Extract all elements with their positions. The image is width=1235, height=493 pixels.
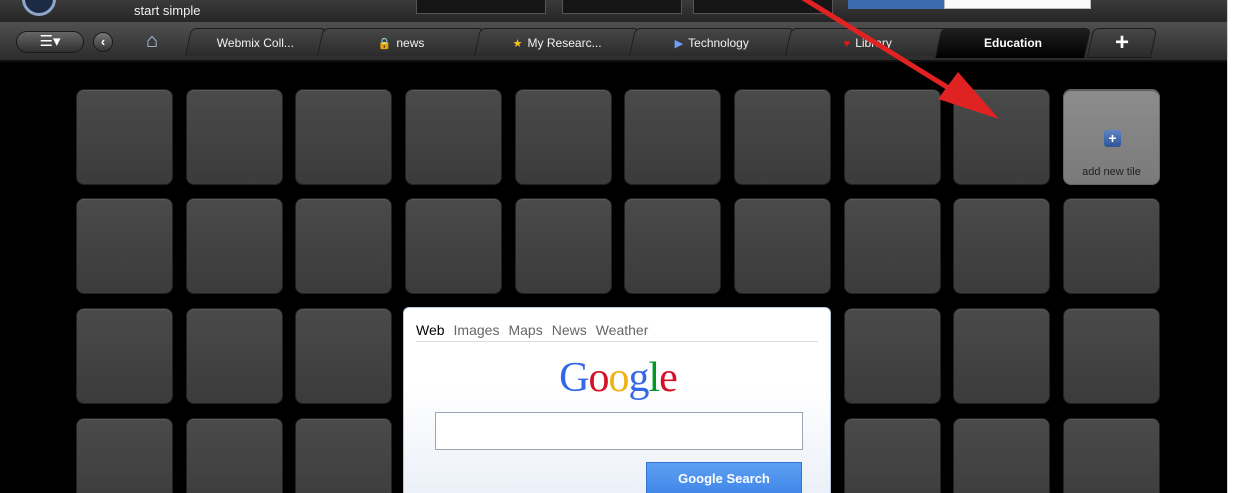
chevron-left-icon: ‹ [100,34,106,49]
google-tab-news[interactable]: News [552,322,587,338]
header-nav-box[interactable] [416,0,546,14]
tile[interactable] [844,198,941,294]
tile[interactable] [295,418,392,493]
tile[interactable] [295,198,392,294]
home-button[interactable]: ⌂ [140,28,164,54]
tab-bar: ☰▾ ‹ ⌂ Webmix Coll... 🔒 news ★ My Researc.… [0,22,1227,62]
tab-label: Webmix Coll... [217,36,295,50]
tile[interactable] [405,198,502,294]
tile[interactable] [76,418,173,493]
tile[interactable] [953,418,1050,493]
tab-news[interactable]: 🔒 news [317,28,485,56]
window-edge [1227,0,1235,493]
tile[interactable] [186,418,283,493]
add-tile-icon: + [1104,130,1121,147]
tab-webmix-collection[interactable]: Webmix Coll... [185,28,327,56]
google-tab-web[interactable]: Web [416,322,445,338]
add-tab-button[interactable]: + [1086,28,1158,58]
google-search-button[interactable]: Google Search [646,462,802,493]
home-icon: ⌂ [145,30,159,52]
tile[interactable] [1063,418,1160,493]
tile[interactable] [1063,308,1160,404]
google-logo-letter: g [628,355,650,401]
google-logo: Google [404,352,832,404]
tagline: start simple [134,3,201,18]
back-button[interactable]: ‹ [93,32,113,52]
add-new-tile[interactable]: + add new tile [1063,89,1160,185]
tab-library[interactable]: ♥ Library [785,28,951,56]
tab-label: news [396,36,425,50]
webmix-page: start simple ☰▾ ‹ ⌂ Webmix Coll... 🔒 news… [0,0,1227,493]
tile[interactable] [76,308,173,404]
tab-label: My Researc... [527,36,602,50]
header-search-box[interactable] [944,0,1091,9]
google-tabs: Web Images Maps News Weather [416,322,657,338]
tab-technology[interactable]: ▶ Technology [629,28,795,56]
tab-my-research[interactable]: ★ My Researc... [474,28,640,56]
tile[interactable] [186,308,283,404]
google-logo-letter: l [648,355,661,401]
header-nav-box[interactable] [562,0,682,14]
tile[interactable] [624,198,721,294]
tile[interactable] [1063,198,1160,294]
tile[interactable] [515,89,612,185]
header-blue-button[interactable] [848,0,944,9]
tile[interactable] [295,89,392,185]
tile[interactable] [295,308,392,404]
tile[interactable] [844,308,941,404]
tile[interactable] [734,198,831,294]
google-tab-images[interactable]: Images [454,322,500,338]
tab-label: Education [983,36,1042,50]
google-logo-letter: o [588,355,610,401]
google-logo-letter: e [659,355,678,401]
google-tab-maps[interactable]: Maps [508,322,542,338]
tile[interactable] [734,89,831,185]
google-search-widget: Web Images Maps News Weather Google Google S… [403,307,831,493]
google-tab-weather[interactable]: Weather [596,322,649,338]
tile[interactable] [844,418,941,493]
plus-icon: + [1114,29,1129,56]
tab-label: Technology [688,36,749,50]
tile[interactable] [186,198,283,294]
google-search-input[interactable] [435,412,803,450]
menu-icon: ☰▾ [39,33,61,50]
tile[interactable] [76,89,173,185]
tile[interactable] [953,89,1050,185]
star-icon: ★ [512,38,523,50]
header-nav-box[interactable] [693,0,833,14]
tile[interactable] [405,89,502,185]
google-logo-letter: o [608,355,630,401]
lock-icon: 🔒 [377,38,392,50]
tab-label: Library [855,36,892,50]
google-logo-letter: G [559,355,589,401]
play-icon: ▶ [674,38,684,50]
tile[interactable] [844,89,941,185]
app-header: start simple [0,0,1227,22]
menu-button[interactable]: ☰▾ [16,31,84,53]
tile[interactable] [953,308,1050,404]
heart-icon: ♥ [843,38,851,50]
google-divider [416,341,818,342]
tile[interactable] [76,198,173,294]
add-tile-label: add new tile [1082,166,1141,178]
tile[interactable] [624,89,721,185]
tile[interactable] [186,89,283,185]
tile[interactable] [953,198,1050,294]
app-logo[interactable] [22,0,56,16]
tile[interactable] [515,198,612,294]
tab-education[interactable]: Education [934,28,1092,58]
